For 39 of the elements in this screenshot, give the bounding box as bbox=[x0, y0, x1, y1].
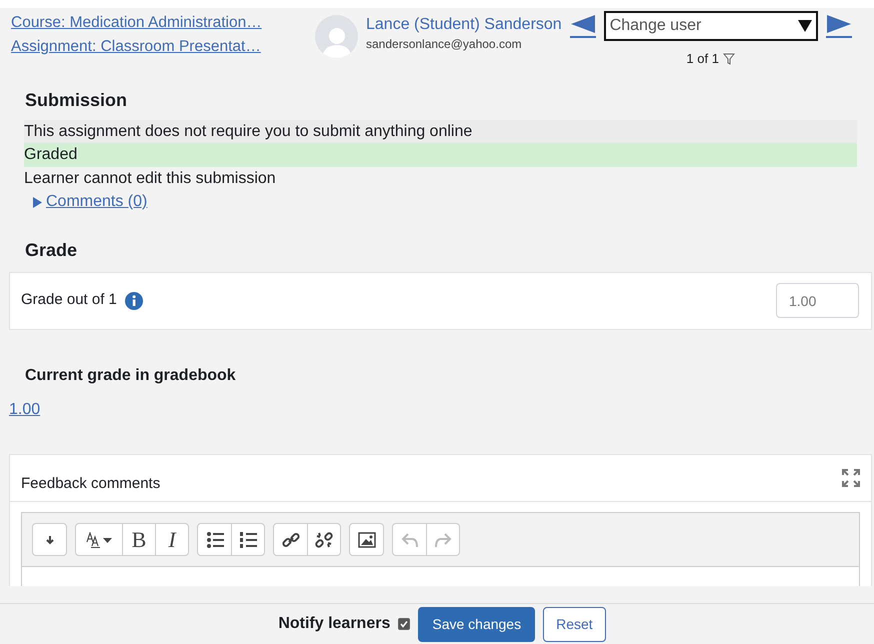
bold-button[interactable]: B bbox=[122, 524, 155, 556]
grade-label: Grade out of 1 bbox=[21, 290, 117, 310]
user-email: sandersonlance@yahoo.com bbox=[366, 36, 523, 53]
submission-status: This assignment does not require you to submit anything online bbox=[24, 120, 857, 144]
dropdown-caret-icon bbox=[798, 20, 812, 32]
section-heading: Submission bbox=[25, 90, 128, 112]
course-link[interactable]: Course: Medication Administration… bbox=[11, 11, 291, 35]
gradebook-heading: Current grade in gradebook bbox=[25, 366, 237, 386]
font-style-icon bbox=[85, 532, 113, 548]
image-icon bbox=[358, 530, 376, 549]
reset-button[interactable]: Reset bbox=[543, 606, 606, 642]
change-user-field[interactable]: Change user bbox=[604, 11, 818, 41]
pager-text: 1 of 1 bbox=[686, 50, 719, 68]
info-icon[interactable] bbox=[124, 292, 143, 310]
broken-link-icon bbox=[315, 530, 333, 549]
redo-icon bbox=[434, 530, 452, 549]
undo-icon bbox=[400, 530, 418, 549]
previous-arrow-icon[interactable] bbox=[570, 14, 596, 38]
feedback-title: Feedback comments bbox=[21, 474, 160, 494]
grade-input[interactable]: 1.00 bbox=[776, 283, 859, 318]
submission-status: Graded bbox=[24, 143, 857, 167]
notify-label: Notify learners bbox=[278, 614, 390, 634]
assignment-link[interactable]: Assignment: Classroom Presentat… bbox=[11, 35, 291, 59]
filter-icon[interactable] bbox=[722, 52, 735, 65]
submission-status: Learner cannot edit this submission bbox=[24, 168, 277, 189]
italic-button[interactable]: I bbox=[155, 524, 188, 556]
collapsed-triangle-icon[interactable] bbox=[33, 196, 42, 208]
numbered-list-icon bbox=[239, 530, 257, 549]
user-name-link[interactable]: Lance (Student) Sanderson bbox=[366, 15, 562, 35]
fullscreen-icon[interactable] bbox=[842, 468, 860, 487]
save-button[interactable]: Save changes bbox=[418, 606, 536, 642]
section-heading: Grade bbox=[25, 240, 78, 262]
bulleted-list-icon bbox=[206, 530, 224, 549]
gradebook-grade-link[interactable]: 1.00 bbox=[9, 398, 40, 422]
comments-link[interactable]: Comments (0) bbox=[46, 190, 148, 214]
notify-checkbox[interactable] bbox=[398, 618, 410, 630]
link-icon bbox=[282, 530, 300, 549]
avatar-placeholder bbox=[315, 15, 358, 58]
next-arrow-icon[interactable] bbox=[826, 14, 852, 38]
